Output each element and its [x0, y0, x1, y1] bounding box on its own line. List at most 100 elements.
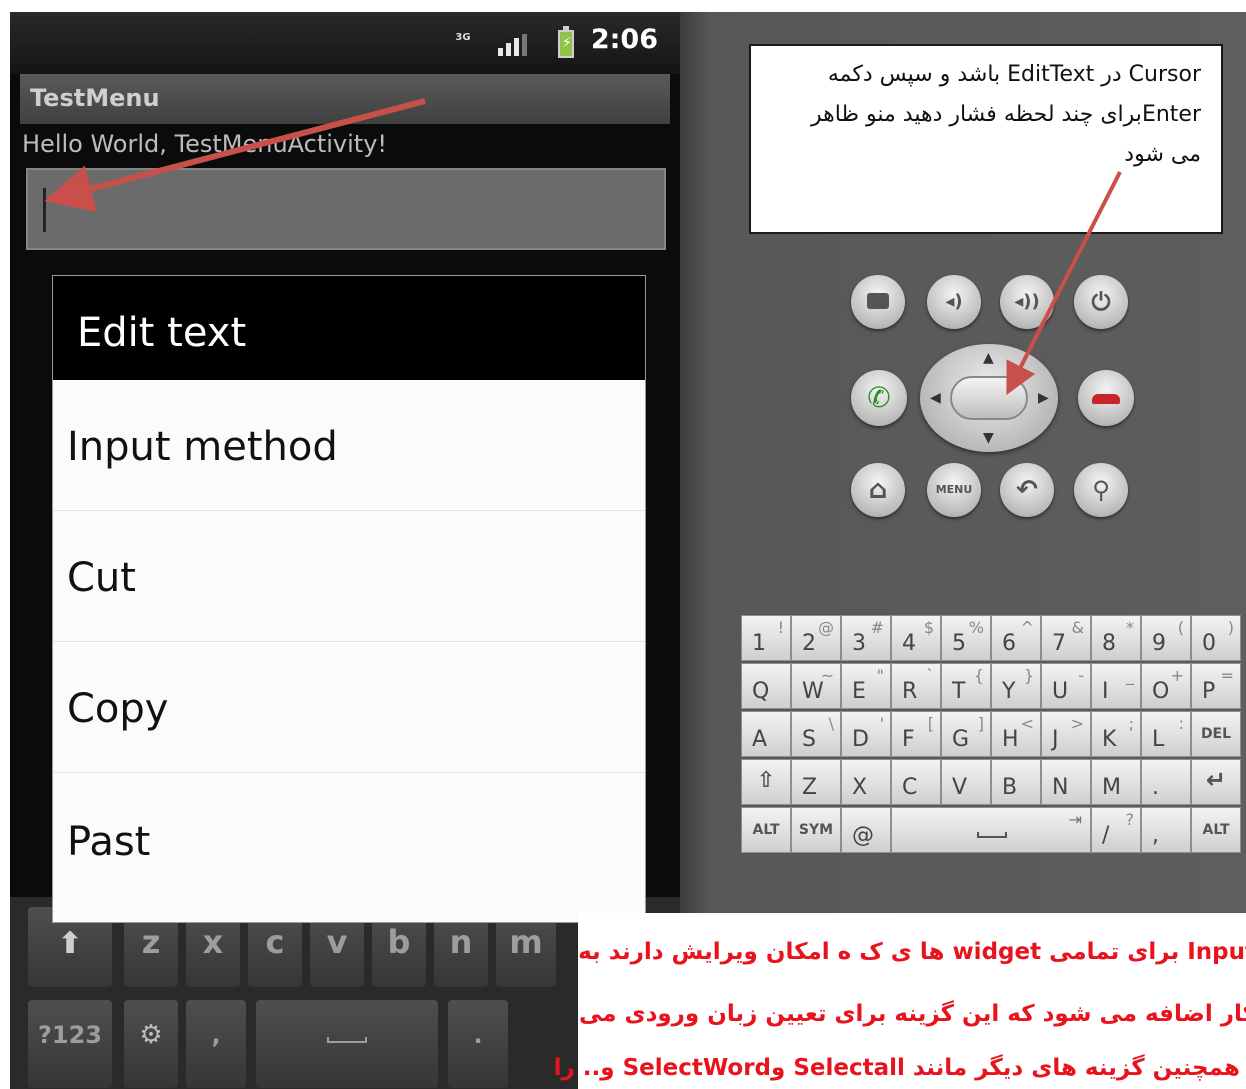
hw-key-l[interactable]: L: [1141, 711, 1191, 757]
key-label: 1 [752, 631, 766, 656]
menu-item-input-method[interactable]: Input method [53, 380, 645, 511]
menu-item-label: Cut [67, 555, 136, 601]
menu-item-copy[interactable]: Copy [53, 642, 645, 773]
key-alt-label: + [1170, 666, 1184, 685]
hw-key-c[interactable]: C [891, 759, 941, 805]
hw-key-space[interactable]: ⇥ [891, 807, 1091, 853]
call-button[interactable]: ✆ [851, 370, 907, 426]
hw-key-h[interactable]: H < [991, 711, 1041, 757]
hw-key-8[interactable]: 8 * [1091, 615, 1141, 661]
hw-key-s[interactable]: S \ [791, 711, 841, 757]
phone-call-icon: ✆ [867, 381, 891, 414]
hardware-keyboard: 1! 2 @3 #4 $5% 6 ^ 7 & 8 * 9(0) Q W ~ E " R ` T{Y} U - I _ O + P = A… [741, 615, 1246, 863]
hw-key-delete[interactable]: DEL [1191, 711, 1241, 757]
hw-key-y[interactable]: Y} [991, 663, 1041, 709]
hw-key-g[interactable]: G] [941, 711, 991, 757]
hw-key-2[interactable]: 2 @ [791, 615, 841, 661]
dpad-left-icon: ◀ [930, 390, 941, 406]
hw-key-alt-right[interactable]: ALT [1191, 807, 1241, 853]
hw-key-a[interactable]: A [741, 711, 791, 757]
hw-key-1[interactable]: 1! [741, 615, 791, 661]
hw-key-u[interactable]: U- [1041, 663, 1091, 709]
dpad[interactable]: ▲ ▼ ◀ ▶ [920, 344, 1058, 452]
volume-up-button[interactable]: ◂)) [1000, 275, 1054, 329]
hw-key-shift[interactable]: ⇧ [741, 759, 791, 805]
key-label: 0 [1202, 631, 1216, 656]
hw-key-slash[interactable]: /? [1091, 807, 1141, 853]
hw-key-o[interactable]: O + [1141, 663, 1191, 709]
hw-key-sym[interactable]: SYM [791, 807, 841, 853]
space-key[interactable] [256, 1000, 438, 1088]
battery-charging-icon: ⚡ [558, 26, 574, 58]
volume-up-icon: ◂)) [1014, 291, 1040, 312]
network-3g-icon: 3G [453, 32, 473, 56]
hw-key-x[interactable]: X [841, 759, 891, 805]
hello-text: Hello World, TestMenuActivity! [22, 130, 388, 158]
hw-key-k[interactable]: K; [1091, 711, 1141, 757]
search-button[interactable]: ⚲ [1074, 463, 1128, 517]
home-button[interactable]: ⌂ [851, 463, 905, 517]
hw-key-f[interactable]: F[ [891, 711, 941, 757]
key-alt-label: ) [1227, 618, 1234, 637]
menu-button[interactable]: MENU [927, 463, 981, 517]
dialog-title: Edit text [77, 310, 247, 356]
menu-item-cut[interactable]: Cut [53, 511, 645, 642]
key-label: K [1102, 727, 1117, 752]
end-call-button[interactable] [1078, 370, 1134, 426]
hw-key-j[interactable]: J > [1041, 711, 1091, 757]
hw-key-w[interactable]: W ~ [791, 663, 841, 709]
hw-key-9[interactable]: 9( [1141, 615, 1191, 661]
key-alt-label: ? [1125, 810, 1135, 829]
sym-key[interactable]: ?123 [28, 1000, 112, 1088]
comma-key[interactable]: , [186, 1000, 246, 1088]
key-alt-label: @ [818, 618, 834, 637]
key-alt-label: < [1020, 714, 1034, 733]
hw-key-n[interactable]: N [1041, 759, 1091, 805]
key-alt-label: ~ [820, 666, 834, 685]
key-label: V [952, 775, 968, 800]
hw-key-3[interactable]: 3 # [841, 615, 891, 661]
hw-key-0[interactable]: 0) [1191, 615, 1241, 661]
key-label: U [1052, 679, 1069, 704]
hw-key-comma[interactable]: , [1141, 807, 1191, 853]
hw-key-at[interactable]: @ [841, 807, 891, 853]
volume-down-button[interactable]: ◂) [927, 275, 981, 329]
hw-key-period[interactable]: . [1141, 759, 1191, 805]
key-alt-label: { [973, 666, 984, 685]
key-alt-label: ; [1128, 714, 1134, 733]
hw-key-t[interactable]: T{ [941, 663, 991, 709]
dpad-center-button[interactable] [950, 376, 1028, 420]
key-alt-label: - [1078, 666, 1084, 685]
key-label: O [1152, 679, 1170, 704]
hw-key-e[interactable]: E " [841, 663, 891, 709]
hw-key-alt-left[interactable]: ALT [741, 807, 791, 853]
hw-key-p[interactable]: P = [1191, 663, 1241, 709]
hw-key-enter[interactable]: ↵ [1191, 759, 1241, 805]
hw-key-4[interactable]: 4 $ [891, 615, 941, 661]
menu-item-paste[interactable]: Past [53, 773, 645, 922]
back-button[interactable]: ↶ [1000, 463, 1054, 517]
app-title-bar: TestMenu [20, 74, 670, 124]
key-alt-label: $ [923, 618, 934, 637]
edit-text-field[interactable] [26, 168, 666, 250]
hw-key-6[interactable]: 6 ^ [991, 615, 1041, 661]
key-alt-label: } [1023, 666, 1034, 685]
dialog-header: Edit text [53, 276, 645, 380]
hw-key-r[interactable]: R ` [891, 663, 941, 709]
power-button[interactable]: ⏻ [1074, 275, 1128, 329]
hw-key-v[interactable]: V [941, 759, 991, 805]
camera-button[interactable] [851, 275, 905, 329]
hw-key-b[interactable]: B [991, 759, 1041, 805]
period-key[interactable]: . [448, 1000, 508, 1088]
hw-key-z[interactable]: Z [791, 759, 841, 805]
hw-key-7[interactable]: 7 & [1041, 615, 1091, 661]
hw-key-i[interactable]: I _ [1091, 663, 1141, 709]
enter-icon: ↵ [1205, 766, 1227, 794]
hw-key-q[interactable]: Q [741, 663, 791, 709]
key-label: X [852, 775, 868, 800]
key-label: R [902, 679, 918, 704]
hw-key-d[interactable]: D ' [841, 711, 891, 757]
hw-key-5[interactable]: 5% [941, 615, 991, 661]
hw-key-m[interactable]: M [1091, 759, 1141, 805]
settings-key[interactable]: ⚙ [124, 1000, 178, 1088]
